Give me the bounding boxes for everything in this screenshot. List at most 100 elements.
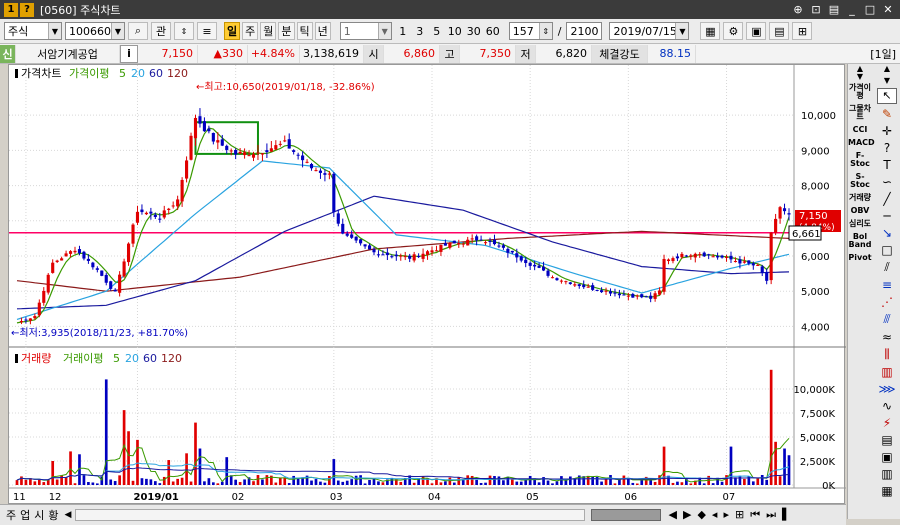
total-input[interactable]: 2100 <box>566 22 603 40</box>
chart-canvas[interactable]: 10,0009,0008,0007,0006,0005,0004,00010,0… <box>9 65 846 505</box>
candle-body <box>167 208 171 210</box>
close-icon[interactable]: ✕ <box>880 3 896 17</box>
count-input[interactable]: 157 ⇕ <box>508 22 553 40</box>
interval-button[interactable]: 1 <box>395 22 411 40</box>
interval-button[interactable]: 30 <box>465 22 483 40</box>
export-icon[interactable]: ⊞ <box>792 22 813 40</box>
fan-tool-icon[interactable]: ⋰ <box>881 295 893 309</box>
candle-body <box>269 148 273 152</box>
eraser-icon[interactable]: ✎ <box>882 107 892 121</box>
interval-button[interactable]: 5 <box>429 22 445 40</box>
reset-icon[interactable]: ◆ <box>697 508 705 522</box>
maximize-icon[interactable]: □ <box>862 3 878 17</box>
scroll-left-icon[interactable]: ◀ <box>65 510 75 520</box>
save-icon[interactable]: ▤ <box>769 22 790 40</box>
crosshair-icon[interactable]: ✛ <box>882 124 892 138</box>
period-button[interactable]: 일 <box>224 22 241 40</box>
scroll-up-icon[interactable]: ▲ <box>884 64 890 73</box>
period-button[interactable]: 년 <box>314 22 331 40</box>
pin-icon[interactable]: ⊕ <box>790 3 806 17</box>
pointer-tool-icon[interactable]: ↖ <box>877 88 897 104</box>
volume-bar <box>350 479 354 485</box>
zoom-in-icon[interactable]: ▸ <box>723 508 729 522</box>
market-select[interactable]: 주식 ▼ <box>4 22 62 40</box>
fit-icon[interactable]: ⊞ <box>735 508 744 522</box>
bottom-tab[interactable]: 주 <box>4 507 18 523</box>
auto-tool-icon[interactable]: ⚡ <box>883 416 891 430</box>
scroll-down-icon[interactable]: ▼ <box>884 76 890 85</box>
bottom-tab[interactable]: 업 <box>18 507 32 523</box>
scroll-prev-icon[interactable]: ◀ <box>669 508 677 522</box>
bottom-tab[interactable]: 시 <box>32 507 46 523</box>
indicator-item[interactable]: CCI <box>848 126 872 134</box>
spin-button[interactable]: ⇕ <box>174 22 194 40</box>
tile-icon[interactable]: ▤ <box>826 3 842 17</box>
period-button[interactable]: 틱 <box>296 22 313 40</box>
bar-chart-icon[interactable]: ▥ <box>881 467 892 481</box>
draw-icon[interactable]: ∽ <box>882 175 892 189</box>
indicator-item[interactable]: F-Stoc <box>848 152 872 168</box>
grid-icon[interactable]: ▦ <box>700 22 721 40</box>
interval-button[interactable]: 3 <box>412 22 428 40</box>
scroll-next-icon[interactable]: ▶ <box>683 508 691 522</box>
screenshot-icon[interactable]: ⊡ <box>808 3 824 17</box>
line-tool-icon[interactable]: ╱ <box>883 192 890 206</box>
table-icon[interactable]: ▦ <box>881 484 892 498</box>
horizontal-scrollbar[interactable] <box>74 509 585 521</box>
next-page-icon[interactable]: ⏭ <box>766 508 776 522</box>
search-button[interactable]: ⌕ <box>128 22 148 40</box>
info-button[interactable]: i <box>120 44 138 63</box>
trend-tool-icon[interactable]: ↘ <box>882 226 892 240</box>
indicator-item[interactable]: MACD <box>848 139 875 147</box>
date-picker[interactable]: 2019/07/15 ▼ <box>609 22 690 40</box>
period-button[interactable]: 분 <box>278 22 295 40</box>
indicator-item[interactable]: Pivot <box>848 254 872 262</box>
capture-icon[interactable]: ▣ <box>881 450 892 464</box>
channel-tool-icon[interactable]: ⫽ <box>884 260 889 275</box>
fib-tool-icon[interactable]: ≡ <box>882 278 892 292</box>
stock-code-input[interactable]: 100660 ▼ <box>65 22 125 40</box>
interval-button[interactable]: 10 <box>446 22 464 40</box>
indicator-item[interactable]: S-Stoc <box>848 173 872 189</box>
period-button[interactable]: 월 <box>260 22 277 40</box>
list-button[interactable]: ≡ <box>197 22 217 40</box>
rect-tool-icon[interactable]: □ <box>881 243 892 257</box>
bar-icon[interactable]: ▌ <box>782 508 790 522</box>
wave-tool-icon[interactable]: ≈ <box>882 330 892 344</box>
layout-icon[interactable]: ▣ <box>746 22 767 40</box>
chevron-down-icon: ▼ <box>675 23 689 39</box>
zone-tool-icon[interactable]: ⋙ <box>878 382 895 396</box>
prev-page-icon[interactable]: ⏮ <box>750 508 760 522</box>
indicator-item[interactable]: 그물차트 <box>848 105 872 121</box>
minimize-icon[interactable]: _ <box>844 3 860 17</box>
indicator-item[interactable]: 거래량 <box>848 194 872 202</box>
gann-tool-icon[interactable]: ⫻ <box>883 312 890 327</box>
settings-icon[interactable]: ⚙ <box>723 22 744 40</box>
indicator-item[interactable]: OBV <box>848 207 872 215</box>
candle-body <box>586 286 590 288</box>
cycle-tool-icon[interactable]: ⫼ <box>884 347 890 362</box>
help-tool-icon[interactable]: ? <box>884 141 890 155</box>
bottom-tab[interactable]: 황 <box>46 507 60 523</box>
volume-bar <box>613 483 617 485</box>
interval-button[interactable]: 60 <box>484 22 502 40</box>
app-number-icon: 1 <box>4 2 18 17</box>
hline-tool-icon[interactable]: ─ <box>883 209 890 223</box>
period-tool-icon[interactable]: ▥ <box>881 365 892 379</box>
related-button[interactable]: 관 <box>151 22 171 40</box>
indicator-item[interactable]: 심리도 <box>848 220 872 228</box>
scroll-down-icon[interactable]: ▼ <box>848 72 872 81</box>
indicator-item[interactable]: 가격이평 <box>848 84 872 100</box>
scroll-thumb[interactable] <box>590 509 661 521</box>
indicator-item[interactable]: Bol Band <box>848 233 872 249</box>
interval-select[interactable]: 1 ▼ <box>339 22 392 40</box>
chart-area[interactable]: 10,0009,0008,0007,0006,0005,0004,00010,0… <box>8 64 846 505</box>
period-button[interactable]: 주 <box>242 22 259 40</box>
arrow-tool-icon[interactable]: ∿ <box>882 399 892 413</box>
scroll-up-icon[interactable]: ▲ <box>848 64 872 73</box>
print-icon[interactable]: ▤ <box>881 433 892 447</box>
text-tool-icon[interactable]: T <box>883 158 890 172</box>
zoom-out-icon[interactable]: ◂ <box>712 508 718 522</box>
help-icon[interactable]: ? <box>20 2 34 17</box>
candle-body <box>533 264 537 267</box>
